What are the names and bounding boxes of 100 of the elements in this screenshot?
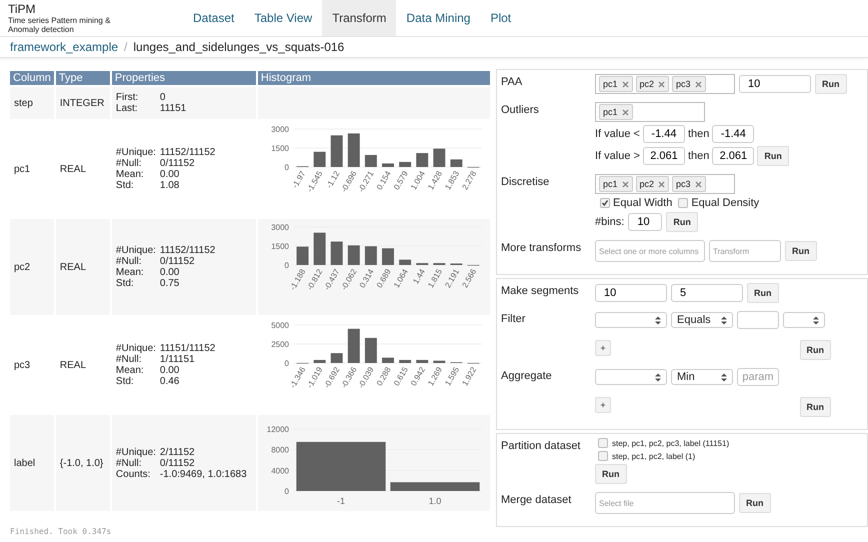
column-select[interactable]: pc1 pc2 pc3: [595, 174, 735, 194]
histogram-bar: [364, 338, 377, 363]
table-cell: INTEGER: [56, 87, 110, 119]
run-button[interactable]: Run: [666, 212, 698, 232]
property-value: 11151/11152: [160, 343, 216, 354]
histogram-bar: [330, 135, 343, 167]
y-tick-label: 3000: [271, 223, 289, 232]
input-field[interactable]: 10: [628, 213, 662, 231]
nav-tab[interactable]: Data Mining: [396, 0, 480, 36]
section-label: Merge dataset: [501, 493, 572, 508]
nav-tab[interactable]: Dataset: [183, 0, 244, 36]
histogram-bar: [348, 328, 360, 363]
property-value: 11152/11152: [160, 245, 216, 256]
histogram-bar: [364, 246, 377, 265]
remove-icon[interactable]: [622, 180, 629, 188]
table-cell-text: REAL: [58, 358, 88, 372]
run-button[interactable]: Run: [739, 493, 770, 513]
input-field[interactable]: 10: [595, 284, 667, 302]
y-tick-label: 3000: [271, 125, 289, 134]
column-tag: pc1: [599, 176, 633, 192]
file-field[interactable]: Select file: [595, 492, 735, 514]
checkbox-label: Equal Width: [613, 197, 672, 209]
property-value: 0/11152: [160, 256, 195, 267]
nav-tab[interactable]: Plot: [480, 0, 522, 36]
x-tick-label: 1.0: [428, 496, 442, 506]
run-button[interactable]: Run: [595, 464, 626, 484]
remove-icon[interactable]: [658, 180, 666, 188]
property-key: Last:: [116, 103, 160, 114]
remove-icon[interactable]: [622, 108, 629, 116]
run-button[interactable]: Run: [785, 241, 816, 261]
histogram-bar: [348, 245, 360, 265]
remove-icon[interactable]: [694, 80, 702, 88]
y-tick-label: 12000: [266, 425, 289, 434]
column-tag: pc2: [636, 176, 670, 192]
input-field[interactable]: 2.061: [642, 147, 685, 165]
condition-label: If value <: [595, 128, 640, 140]
column-select[interactable]: pc1: [595, 102, 705, 122]
run-button[interactable]: Run: [815, 74, 846, 94]
table-cell: REAL: [56, 219, 110, 315]
input-field[interactable]: 10: [739, 75, 811, 93]
table-cell: step: [10, 87, 54, 119]
input-field[interactable]: param: [737, 368, 779, 386]
checkbox-label: step, pc1, pc2, pc3, label (11151): [612, 438, 730, 448]
remove-icon[interactable]: [658, 80, 666, 88]
y-tick-label: 2500: [271, 340, 289, 349]
nav-tab[interactable]: Transform: [322, 0, 396, 36]
section-label: Partition dataset: [501, 439, 582, 454]
checkbox[interactable]: [600, 198, 610, 208]
add-button[interactable]: +: [595, 340, 611, 356]
input-field[interactable]: -1.44: [642, 125, 685, 143]
run-button[interactable]: Run: [800, 397, 831, 417]
transform-field[interactable]: Transform: [709, 240, 781, 262]
checkbox[interactable]: [678, 198, 688, 208]
breadcrumb-link[interactable]: framework_example: [10, 40, 118, 54]
then-label: then: [688, 150, 710, 162]
input-field[interactable]: [737, 311, 779, 329]
checkbox[interactable]: [598, 438, 608, 448]
run-button[interactable]: Run: [747, 283, 778, 303]
run-button[interactable]: Run: [757, 146, 789, 166]
column-header: Properties: [112, 71, 256, 85]
property-value: 0/11152: [160, 458, 195, 468]
remove-icon[interactable]: [622, 80, 629, 88]
property-key: Std:: [116, 180, 160, 191]
section-label: PAA: [501, 75, 524, 90]
histogram-bar: [382, 358, 394, 363]
histogram-bar: [314, 232, 326, 265]
y-tick-label: 0: [284, 261, 289, 270]
nav-tab[interactable]: Table View: [244, 0, 322, 36]
table-cell: label: [10, 415, 54, 511]
dropdown[interactable]: [783, 312, 825, 328]
column-select[interactable]: pc1 pc2 pc3: [595, 74, 735, 94]
property-key: Mean:: [116, 169, 160, 180]
property-key: Counts:: [116, 468, 160, 480]
dropdown[interactable]: Equals: [671, 312, 733, 328]
updown-icon: [655, 372, 661, 382]
columns-field[interactable]: Select one or more columns: [595, 240, 705, 262]
bins-label: #bins:: [595, 216, 624, 228]
histogram-bar: [314, 360, 326, 363]
status-text: Finished. Took 0.347s: [9, 527, 112, 536]
property-key: Mean:: [116, 365, 160, 376]
input-field[interactable]: 5: [671, 284, 743, 302]
add-button[interactable]: +: [595, 397, 611, 413]
property-key: Mean:: [116, 267, 160, 278]
dropdown[interactable]: Min: [671, 369, 733, 385]
column-tag: pc1: [599, 104, 633, 120]
checkbox[interactable]: [598, 451, 608, 461]
column-tag: pc2: [636, 76, 670, 92]
remove-icon[interactable]: [694, 180, 702, 188]
histogram-bar: [399, 360, 411, 363]
column-tag: pc3: [672, 76, 706, 92]
run-button[interactable]: Run: [800, 340, 831, 360]
histogram-bar: [433, 360, 446, 363]
histogram-bar: [399, 260, 411, 265]
input-field[interactable]: -1.44: [712, 125, 754, 143]
property-value: 0.75: [160, 278, 180, 289]
input-field[interactable]: 2.061: [712, 147, 754, 165]
y-tick-label: 0: [284, 359, 289, 368]
table-cell: {-1.0, 1.0}: [56, 415, 110, 511]
property-value: 1/11151: [160, 354, 195, 365]
property-key: Std:: [116, 278, 160, 289]
